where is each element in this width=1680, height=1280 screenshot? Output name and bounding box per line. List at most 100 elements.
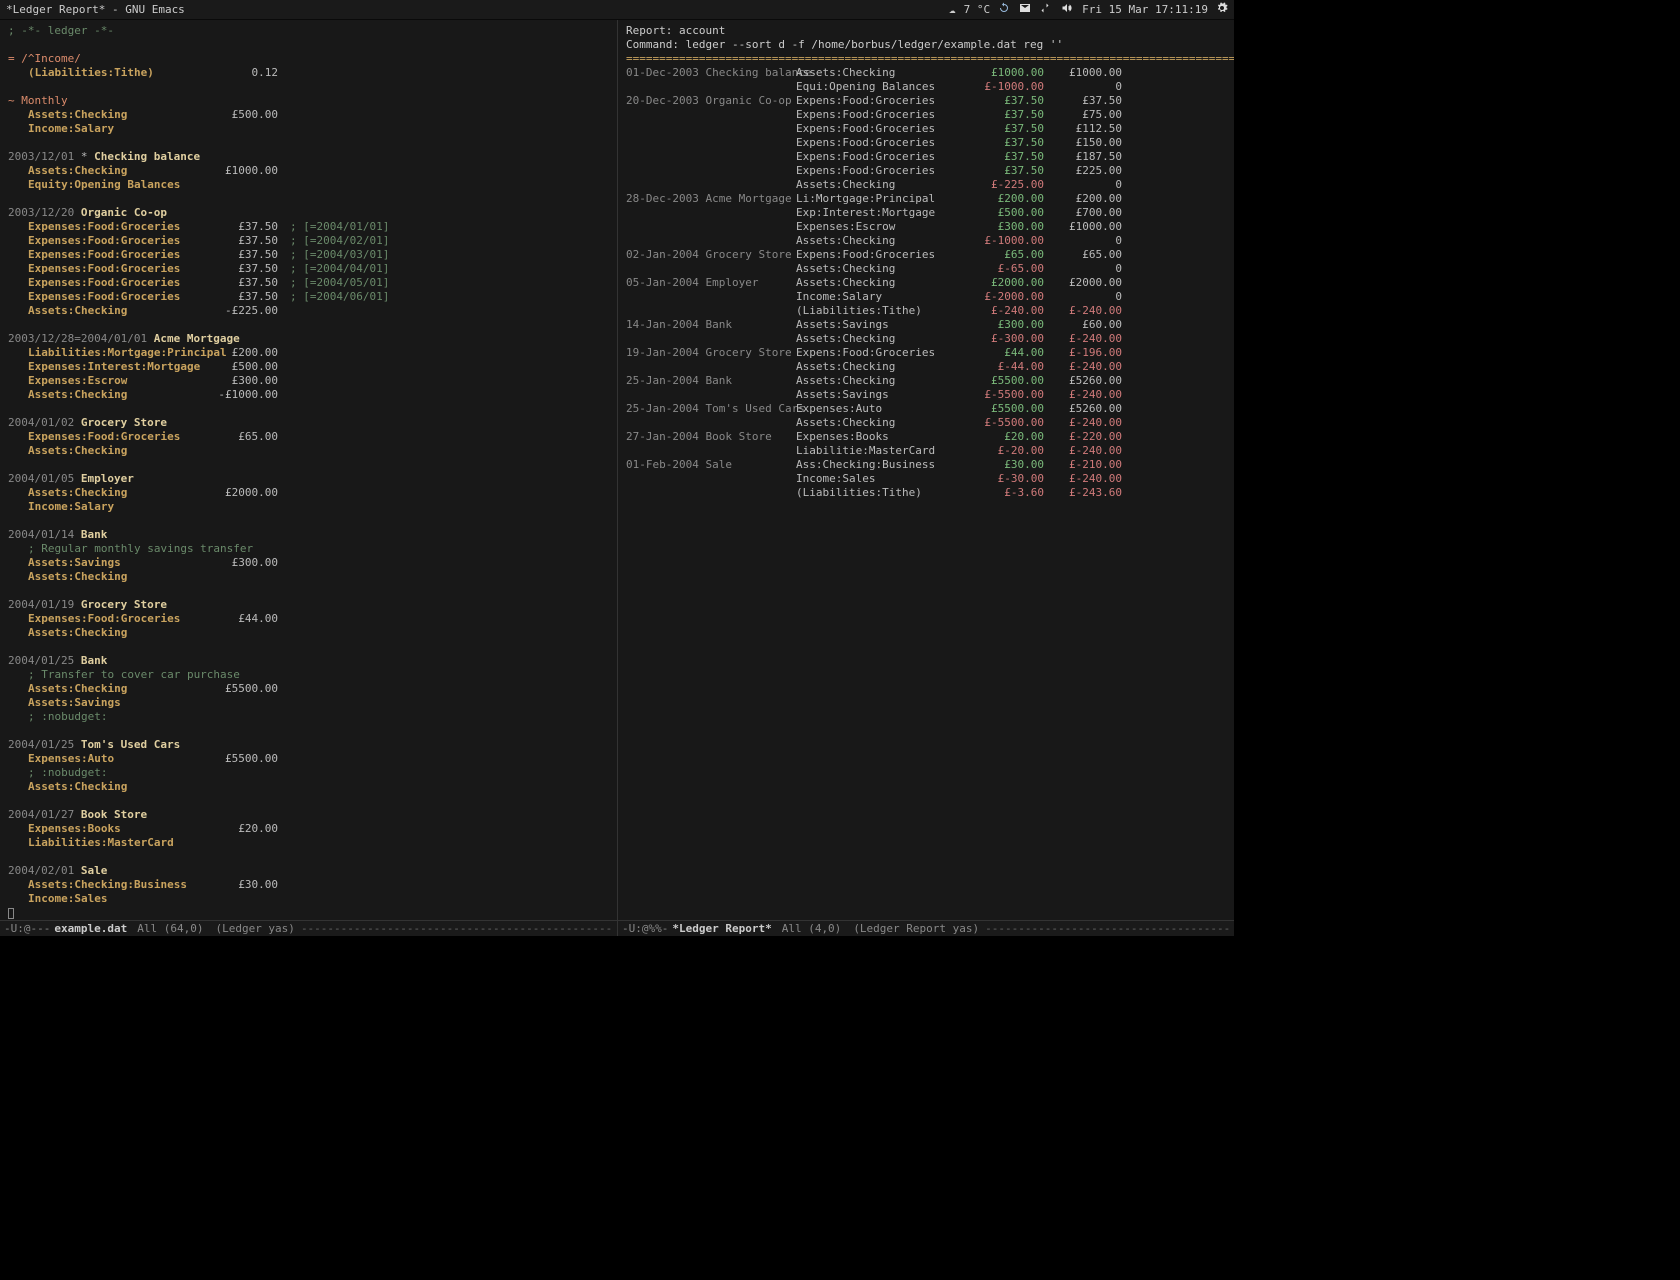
source-line[interactable]: Expenses:Food:Groceries£65.00 <box>8 430 609 444</box>
source-line[interactable] <box>8 38 609 52</box>
source-line[interactable] <box>8 402 609 416</box>
source-line[interactable]: (Liabilities:Tithe)0.12 <box>8 66 609 80</box>
source-line[interactable]: Assets:Checking <box>8 444 609 458</box>
source-line[interactable]: Assets:Checking£1000.00 <box>8 164 609 178</box>
source-line[interactable] <box>8 724 609 738</box>
source-line[interactable]: Assets:Checking£2000.00 <box>8 486 609 500</box>
register-row[interactable]: 19-Jan-2004 Grocery StoreExpens:Food:Gro… <box>626 346 1226 360</box>
register-row[interactable]: Assets:Checking£-300.00£-240.00 <box>626 332 1226 346</box>
register-row[interactable]: 25-Jan-2004 Tom's Used CarsExpenses:Auto… <box>626 402 1226 416</box>
source-line[interactable] <box>8 192 609 206</box>
register-row[interactable]: Assets:Checking£-44.00£-240.00 <box>626 360 1226 374</box>
source-line[interactable]: Expenses:Food:Groceries£37.50; [=2004/01… <box>8 220 609 234</box>
register-row[interactable]: Expens:Food:Groceries£37.50£187.50 <box>626 150 1226 164</box>
register-row[interactable]: Assets:Savings£-5500.00£-240.00 <box>626 388 1226 402</box>
right-window[interactable]: Report: accountCommand: ledger --sort d … <box>617 20 1234 936</box>
register-row[interactable]: Assets:Checking£-65.000 <box>626 262 1226 276</box>
register-row[interactable]: 28-Dec-2003 Acme MortgageLi:Mortgage:Pri… <box>626 192 1226 206</box>
register-row[interactable]: Expens:Food:Groceries£37.50£75.00 <box>626 108 1226 122</box>
register-row[interactable]: (Liabilities:Tithe)£-240.00£-240.00 <box>626 304 1226 318</box>
source-line[interactable]: Income:Salary <box>8 500 609 514</box>
register-row[interactable]: 20-Dec-2003 Organic Co-opExpens:Food:Gro… <box>626 94 1226 108</box>
source-line[interactable]: 2004/01/02 Grocery Store <box>8 416 609 430</box>
register-row[interactable]: Assets:Checking£-225.000 <box>626 178 1226 192</box>
source-line[interactable]: Expenses:Food:Groceries£37.50; [=2004/05… <box>8 276 609 290</box>
source-line[interactable] <box>8 850 609 864</box>
source-line[interactable]: Assets:Checking <box>8 570 609 584</box>
source-line[interactable]: 2004/01/25 Bank <box>8 654 609 668</box>
source-line[interactable]: 2004/01/05 Employer <box>8 472 609 486</box>
register-row[interactable]: Income:Salary£-2000.000 <box>626 290 1226 304</box>
source-line[interactable]: Expenses:Food:Groceries£37.50; [=2004/02… <box>8 234 609 248</box>
source-line[interactable] <box>8 640 609 654</box>
register-row[interactable]: 14-Jan-2004 BankAssets:Savings£300.00£60… <box>626 318 1226 332</box>
register-row[interactable]: Equi:Opening Balances£-1000.000 <box>626 80 1226 94</box>
source-line[interactable]: 2004/01/14 Bank <box>8 528 609 542</box>
mail-icon[interactable] <box>1018 2 1032 17</box>
source-line[interactable]: Assets:Checking <box>8 780 609 794</box>
register-row[interactable]: 01-Feb-2004 SaleAss:Checking:Business£30… <box>626 458 1226 472</box>
source-line[interactable]: 2004/01/19 Grocery Store <box>8 598 609 612</box>
source-line[interactable]: Expenses:Interest:Mortgage£500.00 <box>8 360 609 374</box>
register-row[interactable]: (Liabilities:Tithe)£-3.60£-243.60 <box>626 486 1226 500</box>
source-line[interactable]: Assets:Checking:Business£30.00 <box>8 878 609 892</box>
source-line[interactable]: ; Regular monthly savings transfer <box>8 542 609 556</box>
register-row[interactable]: Liabilitie:MasterCard£-20.00£-240.00 <box>626 444 1226 458</box>
network-icon[interactable] <box>1040 2 1052 17</box>
source-line[interactable]: 2003/12/01 * Checking balance <box>8 150 609 164</box>
source-line[interactable]: = /^Income/ <box>8 52 609 66</box>
source-line[interactable]: ; :nobudget: <box>8 710 609 724</box>
source-line[interactable] <box>8 794 609 808</box>
source-line[interactable]: 2004/01/27 Book Store <box>8 808 609 822</box>
left-window[interactable]: ; -*- ledger -*- = /^Income/(Liabilities… <box>0 20 617 936</box>
source-line[interactable] <box>8 906 609 920</box>
source-line[interactable] <box>8 80 609 94</box>
source-line[interactable]: 2004/01/25 Tom's Used Cars <box>8 738 609 752</box>
register-row[interactable]: 02-Jan-2004 Grocery StoreExpens:Food:Gro… <box>626 248 1226 262</box>
register-row[interactable]: 27-Jan-2004 Book StoreExpenses:Books£20.… <box>626 430 1226 444</box>
register-row[interactable]: Assets:Checking£-5500.00£-240.00 <box>626 416 1226 430</box>
source-line[interactable]: Equity:Opening Balances <box>8 178 609 192</box>
ledger-report-buffer[interactable]: Report: accountCommand: ledger --sort d … <box>618 20 1234 920</box>
source-line[interactable]: Income:Sales <box>8 892 609 906</box>
source-line[interactable]: Assets:Checking£500.00 <box>8 108 609 122</box>
register-row[interactable]: Income:Sales£-30.00£-240.00 <box>626 472 1226 486</box>
source-line[interactable]: ~ Monthly <box>8 94 609 108</box>
register-row[interactable]: Assets:Checking£-1000.000 <box>626 234 1226 248</box>
source-line[interactable]: Assets:Savings£300.00 <box>8 556 609 570</box>
source-line[interactable]: Assets:Checking-£1000.00 <box>8 388 609 402</box>
source-line[interactable]: Expenses:Food:Groceries£44.00 <box>8 612 609 626</box>
source-line[interactable]: Assets:Checking-£225.00 <box>8 304 609 318</box>
source-line[interactable]: ; -*- ledger -*- <box>8 24 609 38</box>
source-line[interactable]: 2003/12/20 Organic Co-op <box>8 206 609 220</box>
source-line[interactable]: Expenses:Food:Groceries£37.50; [=2004/03… <box>8 248 609 262</box>
source-line[interactable]: Expenses:Food:Groceries£37.50; [=2004/04… <box>8 262 609 276</box>
volume-icon[interactable] <box>1060 2 1074 17</box>
source-line[interactable]: Assets:Savings <box>8 696 609 710</box>
ledger-source-buffer[interactable]: ; -*- ledger -*- = /^Income/(Liabilities… <box>0 20 617 920</box>
source-line[interactable]: Expenses:Escrow£300.00 <box>8 374 609 388</box>
source-line[interactable]: Assets:Checking <box>8 626 609 640</box>
register-row[interactable]: Expens:Food:Groceries£37.50£150.00 <box>626 136 1226 150</box>
source-line[interactable] <box>8 584 609 598</box>
register-row[interactable]: Exp:Interest:Mortgage£500.00£700.00 <box>626 206 1226 220</box>
register-row[interactable]: Expenses:Escrow£300.00£1000.00 <box>626 220 1226 234</box>
source-line[interactable]: ; Transfer to cover car purchase <box>8 668 609 682</box>
source-line[interactable] <box>8 136 609 150</box>
register-row[interactable]: Expens:Food:Groceries£37.50£112.50 <box>626 122 1226 136</box>
source-line[interactable]: Expenses:Food:Groceries£37.50; [=2004/06… <box>8 290 609 304</box>
refresh-icon[interactable] <box>998 2 1010 17</box>
source-line[interactable]: 2003/12/28=2004/01/01 Acme Mortgage <box>8 332 609 346</box>
source-line[interactable]: Expenses:Books£20.00 <box>8 822 609 836</box>
register-row[interactable]: 05-Jan-2004 EmployerAssets:Checking£2000… <box>626 276 1226 290</box>
register-row[interactable]: 01-Dec-2003 Checking balanceAssets:Check… <box>626 66 1226 80</box>
source-line[interactable]: Income:Salary <box>8 122 609 136</box>
source-line[interactable]: ; :nobudget: <box>8 766 609 780</box>
source-line[interactable]: Liabilities:MasterCard <box>8 836 609 850</box>
register-row[interactable]: Expens:Food:Groceries£37.50£225.00 <box>626 164 1226 178</box>
source-line[interactable]: Liabilities:Mortgage:Principal£200.00 <box>8 346 609 360</box>
source-line[interactable]: 2004/02/01 Sale <box>8 864 609 878</box>
source-line[interactable]: Expenses:Auto£5500.00 <box>8 752 609 766</box>
source-line[interactable]: Assets:Checking£5500.00 <box>8 682 609 696</box>
gear-icon[interactable] <box>1216 2 1228 17</box>
